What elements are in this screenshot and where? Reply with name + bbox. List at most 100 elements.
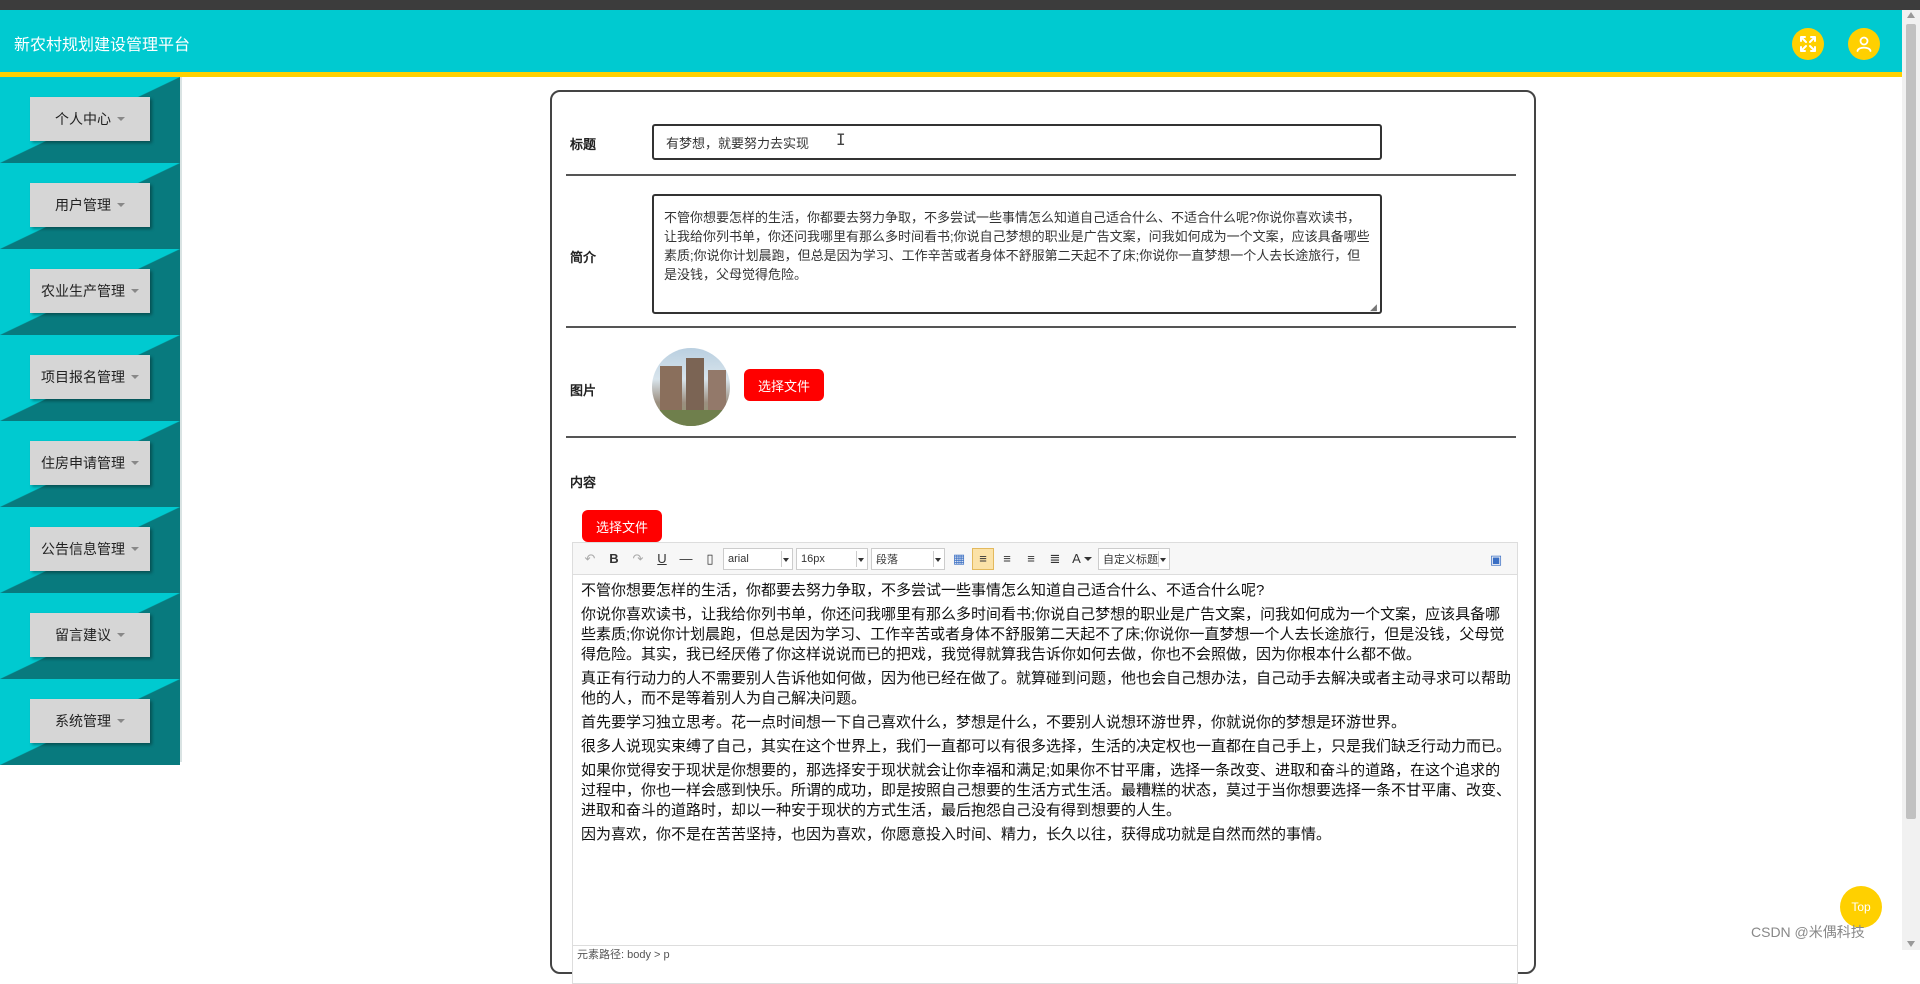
sidebar-item-button[interactable]: 公告信息管理 bbox=[30, 527, 150, 571]
divider bbox=[566, 436, 1516, 438]
caret-down-icon bbox=[117, 633, 125, 637]
sidebar-item-label: 公告信息管理 bbox=[41, 541, 125, 557]
rich-text-editor[interactable]: ↶ B ↷ U — ▯ arial 16px 段落 ▦ ≡ ≡ ≡ ≣ A 自定… bbox=[572, 542, 1518, 984]
caret-down-icon bbox=[1083, 556, 1092, 561]
user-profile-button[interactable] bbox=[1848, 28, 1880, 60]
sidebar-item-button[interactable]: 留言建议 bbox=[30, 613, 150, 657]
page-icon[interactable]: ▯ bbox=[699, 548, 721, 570]
bold-icon[interactable]: B bbox=[603, 548, 625, 570]
editor-content[interactable]: 不管你想要怎样的生活，你都要去努力争取，不多尝试一些事情怎么知道自己适合什么、不… bbox=[581, 581, 1511, 849]
sidebar-item-label: 项目报名管理 bbox=[41, 369, 125, 385]
custom-title-select[interactable]: 自定义标题 bbox=[1098, 547, 1170, 570]
sidebar-item-agriculture[interactable]: 农业生产管理 bbox=[0, 249, 180, 335]
font-family-select[interactable]: arial bbox=[723, 547, 793, 570]
dropdown-arrow-icon bbox=[783, 557, 789, 562]
paragraph-select[interactable]: 段落 bbox=[871, 547, 945, 570]
fullscreen-button[interactable] bbox=[1792, 28, 1824, 60]
image-ground bbox=[652, 410, 730, 426]
select-separator bbox=[933, 550, 934, 567]
watermark: CSDN @米偶科技 bbox=[1751, 924, 1865, 940]
paragraph-value: 段落 bbox=[876, 553, 898, 566]
font-size-select[interactable]: 16px bbox=[796, 547, 868, 570]
title-input[interactable] bbox=[652, 124, 1382, 160]
table-icon[interactable]: ▦ bbox=[948, 548, 970, 570]
article-form: 标题 I 简介 不管你想要怎样的生活，你都要去努力争取，不多尝试一些事情怎么知道… bbox=[550, 90, 1536, 984]
align-right-icon[interactable]: ≡ bbox=[1020, 548, 1042, 570]
choose-image-file-button[interactable]: 选择文件 bbox=[744, 369, 824, 401]
align-left-icon[interactable]: ≡ bbox=[972, 547, 994, 570]
scrollbar-thumb[interactable] bbox=[1906, 24, 1916, 819]
app-title: 新农村规划建设管理平台 bbox=[14, 37, 191, 54]
underline-icon[interactable]: U bbox=[651, 548, 673, 570]
editor-element-path: 元素路径: body > p bbox=[573, 945, 1517, 961]
fullscreen-icon bbox=[1800, 36, 1816, 52]
font-color-icon[interactable]: A bbox=[1068, 548, 1096, 570]
align-justify-icon[interactable]: ≣ bbox=[1044, 548, 1066, 570]
horizontal-rule-icon[interactable]: — bbox=[675, 548, 697, 570]
content-label: 内容 bbox=[570, 475, 597, 490]
redo-icon[interactable]: ↷ bbox=[627, 548, 649, 570]
select-separator bbox=[856, 550, 857, 567]
scroll-down-arrow-icon[interactable] bbox=[1907, 941, 1915, 947]
divider bbox=[566, 174, 1516, 176]
sidebar-item-button[interactable]: 系统管理 bbox=[30, 699, 150, 743]
select-separator bbox=[1158, 550, 1159, 567]
align-center-icon[interactable]: ≡ bbox=[996, 548, 1018, 570]
sidebar-item-personal-center[interactable]: 个人中心 bbox=[0, 77, 180, 163]
app-header: 新农村规划建设管理平台 bbox=[0, 10, 1902, 77]
editor-paragraph: 很多人说现实束缚了自己，其实在这个世界上，我们一直都可以有很多选择，生活的决定权… bbox=[581, 738, 1512, 755]
caret-down-icon bbox=[117, 117, 125, 121]
text-cursor-icon: I bbox=[836, 130, 846, 149]
sidebar-item-announcements[interactable]: 公告信息管理 bbox=[0, 507, 180, 593]
cover-image-thumbnail bbox=[652, 348, 730, 426]
custom-title-value: 自定义标题 bbox=[1103, 553, 1158, 566]
fullscreen-editor-icon[interactable]: ▣ bbox=[1485, 549, 1507, 571]
select-separator bbox=[781, 550, 782, 567]
sidebar-item-housing[interactable]: 住房申请管理 bbox=[0, 421, 180, 507]
caret-down-icon bbox=[131, 547, 139, 551]
resize-grip-icon[interactable]: ◢ bbox=[1370, 302, 1377, 313]
sidebar-item-feedback[interactable]: 留言建议 bbox=[0, 593, 180, 679]
sidebar-item-project-signup[interactable]: 项目报名管理 bbox=[0, 335, 180, 421]
choose-content-file-button[interactable]: 选择文件 bbox=[582, 510, 662, 542]
scroll-up-arrow-icon[interactable] bbox=[1907, 12, 1915, 18]
editor-paragraph: 因为喜欢，你不是在苦苦坚持，也因为喜欢，你愿意投入时间、精力，长久以往，获得成功… bbox=[581, 826, 1332, 843]
sidebar-border bbox=[180, 77, 182, 762]
image-building bbox=[708, 370, 726, 412]
sidebar-item-system[interactable]: 系统管理 bbox=[0, 679, 180, 765]
editor-paragraph: 首先要学习独立思考。花一点时间想一下自己喜欢什么，梦想是什么，不要别人说想环游世… bbox=[581, 714, 1407, 731]
sidebar-item-label: 用户管理 bbox=[55, 197, 111, 213]
caret-down-icon bbox=[131, 461, 139, 465]
image-label: 图片 bbox=[570, 383, 597, 398]
editor-paragraph: 真正有行动力的人不需要别人告诉他如何做，因为他已经在做了。就算碰到问题，他也会自… bbox=[581, 670, 1512, 707]
sidebar-item-label: 留言建议 bbox=[55, 627, 111, 643]
caret-down-icon bbox=[117, 203, 125, 207]
intro-label: 简介 bbox=[570, 250, 597, 265]
image-building bbox=[660, 366, 682, 412]
intro-textarea[interactable]: 不管你想要怎样的生活，你都要去努力争取，不多尝试一些事情怎么知道自己适合什么、不… bbox=[652, 194, 1382, 314]
dropdown-arrow-icon bbox=[858, 557, 864, 562]
image-building bbox=[686, 358, 704, 412]
caret-down-icon bbox=[117, 719, 125, 723]
sidebar-item-button[interactable]: 个人中心 bbox=[30, 97, 150, 141]
editor-paragraph: 不管你想要怎样的生活，你都要去努力争取，不多尝试一些事情怎么知道自己适合什么、不… bbox=[581, 582, 1265, 599]
font-family-value: arial bbox=[728, 552, 749, 565]
dropdown-arrow-icon bbox=[1160, 557, 1166, 562]
editor-paragraph: 如果你觉得安于现状是你想要的，那选择安于现状就会让你幸福和满足;如果你不甘平庸，… bbox=[581, 762, 1512, 819]
sidebar-item-button[interactable]: 农业生产管理 bbox=[30, 269, 150, 313]
sidebar-item-button[interactable]: 项目报名管理 bbox=[30, 355, 150, 399]
window-top-strip bbox=[0, 0, 1920, 10]
sidebar-item-label: 系统管理 bbox=[55, 713, 111, 729]
font-size-value: 16px bbox=[801, 552, 825, 565]
sidebar-item-user-management[interactable]: 用户管理 bbox=[0, 163, 180, 249]
editor-toolbar: ↶ B ↷ U — ▯ arial 16px 段落 ▦ ≡ ≡ ≡ ≣ A 自定… bbox=[573, 543, 1517, 575]
sidebar-item-button[interactable]: 住房申请管理 bbox=[30, 441, 150, 485]
title-label: 标题 bbox=[570, 137, 597, 152]
divider bbox=[566, 326, 1516, 328]
page-scrollbar[interactable] bbox=[1902, 10, 1920, 950]
user-icon bbox=[1856, 36, 1872, 52]
caret-down-icon bbox=[131, 375, 139, 379]
undo-icon[interactable]: ↶ bbox=[579, 548, 601, 570]
sidebar-item-button[interactable]: 用户管理 bbox=[30, 183, 150, 227]
sidebar-item-label: 个人中心 bbox=[55, 111, 111, 127]
